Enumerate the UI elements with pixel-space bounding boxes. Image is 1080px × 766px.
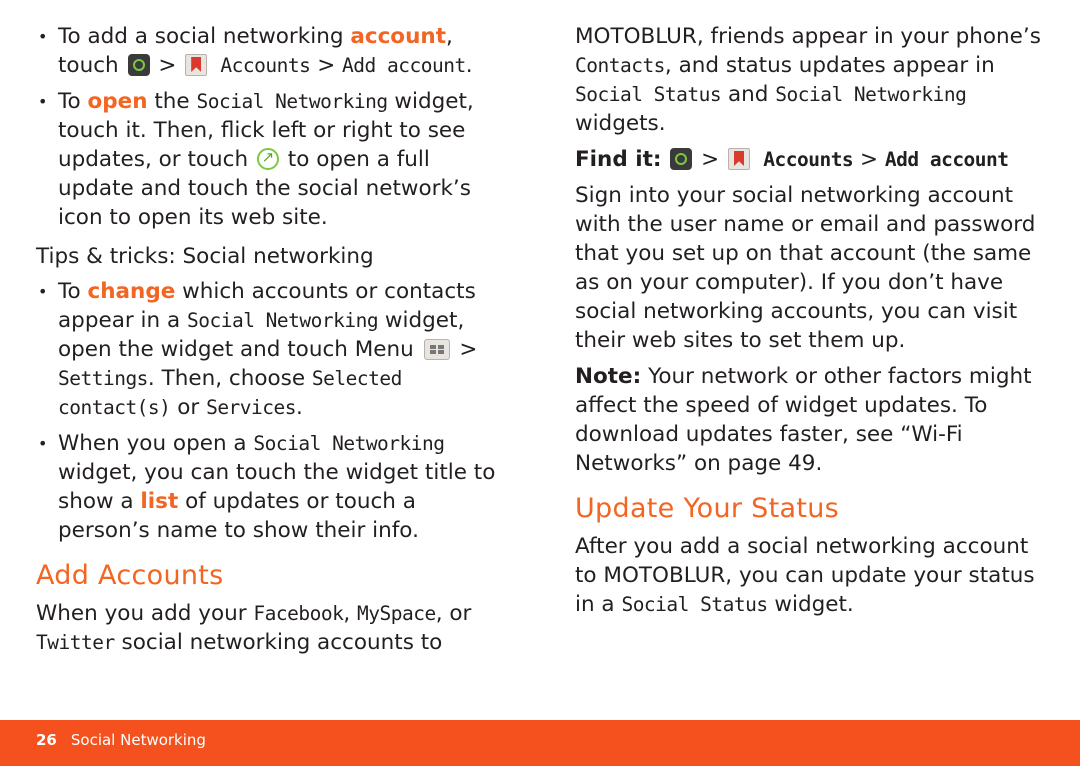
body-text: social networking accounts to (114, 630, 443, 655)
left-column: To add a social networking account, touc… (36, 22, 506, 664)
body-text (661, 147, 668, 172)
ui-term: Accounts (752, 148, 854, 171)
accounts-icon (185, 54, 208, 76)
right-paragraph-list: MOTOBLUR, friends appear in your phone’s… (575, 22, 1045, 478)
tips-and-tricks-line: Tips & tricks: Social networking (36, 244, 374, 269)
footer-content: 26 Social Networking (36, 729, 206, 751)
open-arrow-icon (256, 146, 279, 170)
body-text: > (310, 53, 343, 78)
label-text: Note: (575, 364, 642, 389)
left-bullet-list: To add a social networking account, touc… (36, 22, 506, 232)
body-text: Your network or other factors might affe… (575, 364, 1032, 476)
emphasis-text: account (350, 24, 446, 49)
update-your-status-body: After you add a social networking accoun… (575, 532, 1045, 619)
ui-term: Social Networking (253, 432, 445, 455)
page-footer: 26 Social Networking (0, 720, 1080, 766)
sign-in: Sign into your social networking account… (575, 181, 1045, 355)
update-your-status-heading: Update Your Status (575, 493, 840, 524)
label-text: Find it: (575, 147, 662, 172)
add-accounts-body: When you add your Facebook, MySpace, or … (36, 599, 506, 657)
body-text: widgets. (575, 111, 666, 136)
body-text: or (170, 395, 207, 420)
add-accounts-heading: Add Accounts (36, 560, 224, 591)
body-text: To add a social networking (58, 24, 351, 49)
ui-term: Services (206, 396, 296, 419)
emphasis-text: open (87, 89, 148, 114)
note: Note: Your network or other factors migh… (575, 362, 1045, 478)
body-text: widget. (767, 592, 854, 617)
ui-term: Facebook (253, 602, 344, 625)
body-text: MOTOBLUR, friends appear in your phone’s (575, 24, 1041, 49)
update-status-body: After you add a social networking accoun… (575, 532, 1045, 619)
tips-bullet-list: To change which accounts or contacts app… (36, 277, 506, 545)
footer-section-title: Social Networking (70, 731, 206, 749)
change-accounts: To change which accounts or contacts app… (36, 277, 506, 422)
ui-term: Social Status (575, 83, 722, 106)
body-text: , or (435, 601, 472, 626)
body-text: When you add your (36, 601, 254, 626)
find-it: Find it: > Accounts > Add account (575, 145, 1045, 174)
ui-term: MySpace (357, 602, 436, 625)
accounts-icon (728, 148, 751, 170)
body-text: and (721, 82, 776, 107)
open-widget: To open the Social Networking widget, to… (36, 87, 506, 232)
emphasis-text: change (87, 279, 176, 304)
ui-term: Social Status (621, 593, 768, 616)
motoblur-intro: MOTOBLUR, friends appear in your phone’s… (575, 22, 1045, 138)
emphasis-text: list (140, 489, 179, 514)
motoblur-icon (127, 54, 150, 76)
motoblur-icon (670, 148, 693, 170)
body-text: > (853, 147, 885, 172)
body-text: , (343, 601, 357, 626)
ui-term: Add account (342, 54, 466, 77)
body-text: . (296, 395, 303, 420)
body-text: . (465, 53, 473, 78)
ui-term: Settings (58, 367, 148, 390)
ui-term: Twitter (36, 631, 115, 654)
ui-term: Add account (884, 148, 1009, 171)
page-number: 26 (36, 731, 57, 749)
ui-term: Social Networking (775, 83, 967, 106)
menu-icon (423, 339, 450, 360)
manual-page: To add a social networking account, touc… (0, 0, 1080, 766)
ui-term: Social Networking (196, 90, 388, 113)
body-text: the (147, 89, 197, 114)
ui-term: Accounts (209, 54, 311, 77)
right-column: MOTOBLUR, friends appear in your phone’s… (575, 22, 1045, 626)
ui-term: Contacts (575, 54, 665, 77)
body-text: > (694, 147, 727, 172)
body-text: . Then, choose (147, 366, 312, 391)
body-text: > (452, 337, 478, 362)
body-text: , and status updates appear in (664, 53, 995, 78)
body-text: To (58, 279, 88, 304)
body-text: When you open a (58, 431, 254, 456)
body-text: To (58, 89, 88, 114)
body-text: Sign into your social networking account… (575, 183, 1036, 353)
open-social-networking: When you open a Social Networking widget… (36, 429, 506, 545)
add-accounts-intro: When you add your Facebook, MySpace, or … (36, 599, 506, 657)
ui-term: Social Networking (187, 309, 379, 332)
body-text: > (151, 53, 184, 78)
add-account: To add a social networking account, touc… (36, 22, 506, 80)
